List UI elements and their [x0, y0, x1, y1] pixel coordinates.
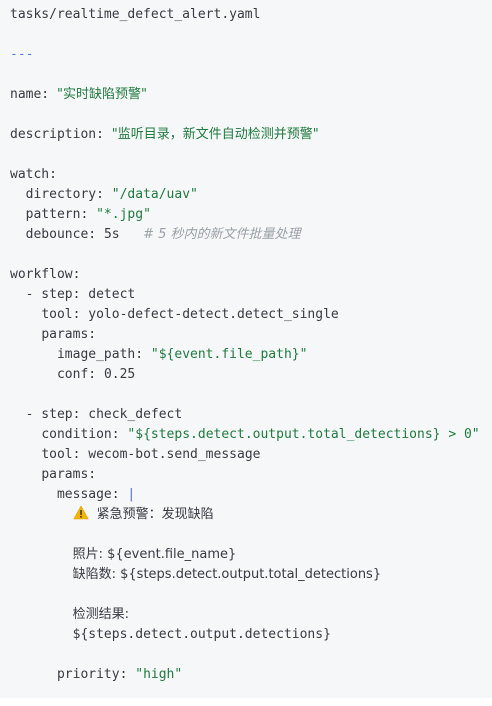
watch-key: watch: — [10, 167, 57, 182]
priority-value: "high" — [135, 667, 183, 682]
warning-icon — [73, 505, 89, 527]
message-result-value: ${steps.detect.output.detections} — [72, 627, 331, 642]
params2-key: params: — [41, 467, 97, 482]
params1-line: params: — [10, 325, 96, 345]
debounce-value: 5s — [103, 227, 120, 242]
code-block: tasks/realtime_defect_alert.yaml --- nam… — [0, 0, 492, 698]
message-result-value-line: ${steps.detect.output.detections} — [10, 625, 331, 645]
debounce-line: debounce: 5s # 5 秒内的新文件批量处理 — [10, 225, 301, 245]
step1-value: detect — [88, 287, 136, 302]
pattern-line: pattern: "*.jpg" — [10, 205, 151, 225]
message-key: message: — [56, 487, 120, 502]
debounce-comment: # 5 秒内的新文件批量处理 — [143, 227, 301, 242]
message-alert-line: 紧急预警：发现缺陷 — [10, 505, 214, 525]
pattern-key: pattern: — [25, 207, 89, 222]
name-key: name: — [10, 87, 50, 102]
name-value: "实时缺陷预警" — [56, 87, 147, 102]
step1-key: - step: — [25, 287, 81, 302]
debounce-key: debounce: — [25, 227, 97, 242]
message-photo-text: 照片: ${event.file_name} — [72, 547, 237, 562]
description-key: description: — [10, 127, 104, 142]
description-line: description: "监听目录，新文件自动检测并预警" — [10, 125, 319, 145]
tool2-value: wecom-bot.send_message — [88, 447, 261, 462]
tool2-line: tool: wecom-bot.send_message — [10, 445, 260, 465]
workflow-key: workflow: — [10, 267, 81, 282]
priority-line: priority: "high" — [10, 665, 182, 685]
condition-value: "${steps.detect.output.total_detections}… — [127, 427, 480, 442]
params1-key: params: — [41, 327, 97, 342]
step1-line: - step: detect — [10, 285, 136, 305]
step2-value: check_defect — [88, 407, 183, 422]
tool1-key: tool: — [41, 307, 81, 322]
step2-key: - step: — [25, 407, 81, 422]
bottom-margin — [0, 698, 492, 706]
directory-value: "/data/uav" — [111, 187, 198, 202]
description-value: "监听目录，新文件自动检测并预警" — [111, 127, 319, 142]
image-path-line: image_path: "${event.file_path}" — [10, 345, 307, 365]
tool1-line: tool: yolo-defect-detect.detect_single — [10, 305, 339, 325]
condition-key: condition: — [41, 427, 120, 442]
condition-line: condition: "${steps.detect.output.total_… — [10, 425, 480, 445]
conf-key: conf: — [56, 367, 97, 382]
directory-line: directory: "/data/uav" — [10, 185, 198, 205]
message-count-text: 缺陷数: ${steps.detect.output.total_detecti… — [72, 567, 382, 582]
tool1-value: yolo-defect-detect.detect_single — [88, 307, 339, 322]
message-pipe: | — [127, 487, 136, 502]
yaml-separator: --- — [10, 47, 34, 62]
pattern-value: "*.jpg" — [96, 207, 151, 222]
message-line: message: | — [10, 485, 135, 505]
message-result-label: 检测结果: — [72, 607, 130, 622]
step2-line: - step: check_defect — [10, 405, 183, 425]
image-path-value: "${event.file_path}" — [150, 347, 308, 362]
message-result-label-line: 检测结果: — [10, 605, 129, 625]
image-path-key: image_path: — [56, 347, 144, 362]
name-line: name: "实时缺陷预警" — [10, 85, 147, 105]
message-alert-text: 紧急预警：发现缺陷 — [96, 507, 214, 522]
directory-key: directory: — [25, 187, 104, 202]
tool2-key: tool: — [41, 447, 81, 462]
conf-line: conf: 0.25 — [10, 365, 135, 385]
file-path: tasks/realtime_defect_alert.yaml — [10, 7, 261, 22]
params2-line: params: — [10, 465, 96, 485]
conf-value: 0.25 — [103, 367, 136, 382]
priority-key: priority: — [56, 667, 128, 682]
message-photo-line: 照片: ${event.file_name} — [10, 545, 237, 565]
message-count-line: 缺陷数: ${steps.detect.output.total_detecti… — [10, 565, 381, 585]
